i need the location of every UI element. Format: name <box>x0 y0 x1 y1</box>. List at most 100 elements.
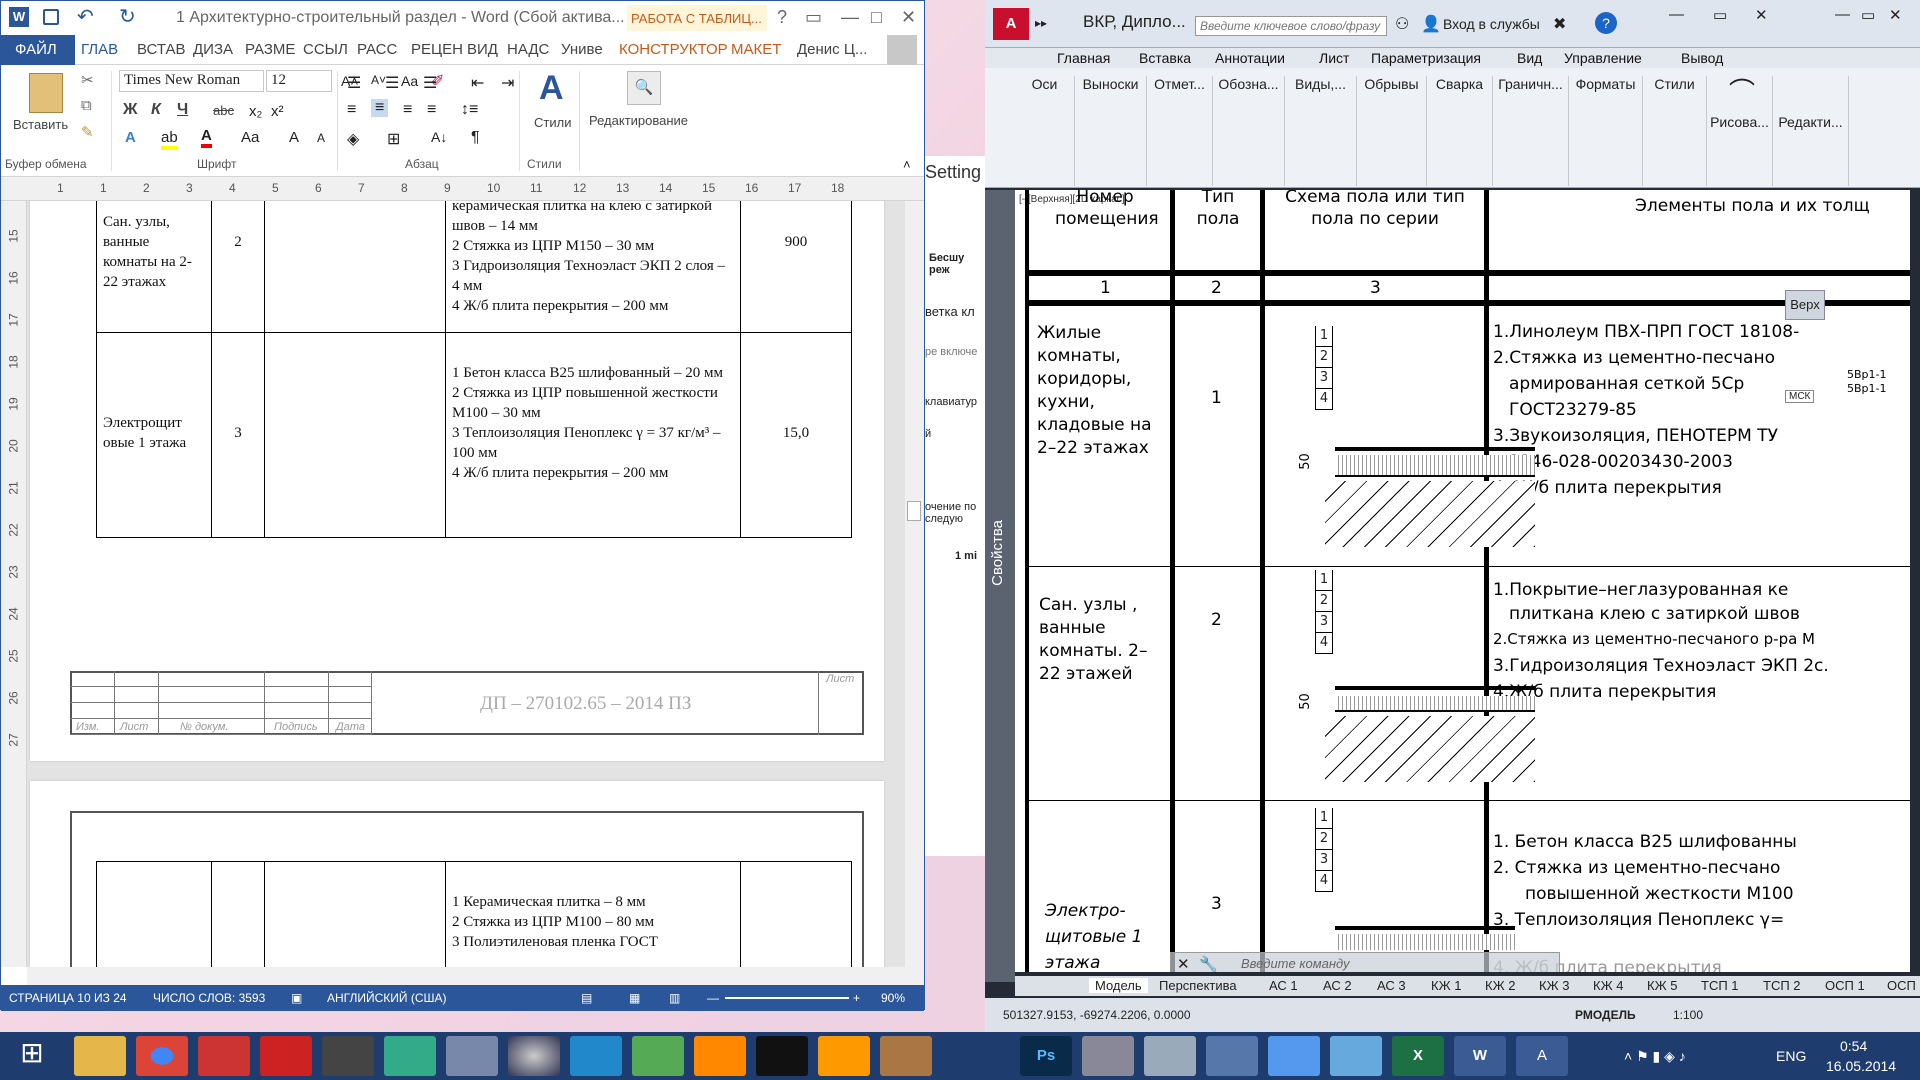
layout-tab[interactable]: АС 1 <box>1269 978 1298 993</box>
proofing-icon[interactable]: ▣ <box>291 991 302 1005</box>
layout-tab[interactable]: ОСП 1 <box>1825 978 1865 993</box>
format-painter-icon[interactable]: ✎ <box>81 123 94 141</box>
text-effects-icon[interactable]: A <box>125 129 136 146</box>
layout-tab[interactable]: КЖ 5 <box>1647 978 1677 993</box>
layer-item[interactable]: повышенной жесткости М100 <box>1525 884 1794 904</box>
read-mode-icon[interactable]: ▤ <box>581 991 592 1005</box>
grow-icon[interactable]: A <box>289 129 299 146</box>
tab-file[interactable]: ФАЙЛ <box>1 35 75 65</box>
drawing-canvas[interactable]: [-][Верхняя][2D каркас] Номер помещения … <box>1015 190 1910 972</box>
avatar[interactable] <box>887 35 917 65</box>
layer-item[interactable]: 3.Звукоизоляция, ПЕНОТЕРМ ТУ <box>1493 426 1778 446</box>
tab-sheet[interactable]: Лист <box>1319 50 1349 66</box>
floor-type[interactable]: 1 <box>1211 388 1222 408</box>
layer-item[interactable]: 2.Стяжка из цементно-песчаного р-ра М <box>1493 630 1815 648</box>
word-count[interactable]: ЧИСЛО СЛОВ: 3593 <box>153 991 265 1005</box>
user-icon[interactable]: 👤 <box>1421 14 1441 34</box>
tab-manage[interactable]: Управление <box>1564 50 1642 66</box>
decrease-indent-icon[interactable]: ⇤ <box>471 73 484 93</box>
shading-icon[interactable]: ◈ <box>347 129 359 149</box>
autocad-active-icon[interactable]: A <box>1516 1036 1568 1076</box>
app-icon[interactable] <box>880 1036 932 1076</box>
styles-icon[interactable]: A <box>539 69 564 108</box>
room-name[interactable]: Электро- щитовые 1 этажа <box>1045 898 1145 972</box>
undo-icon[interactable]: ↶ <box>77 4 94 29</box>
vlc-icon[interactable] <box>694 1036 746 1076</box>
web-layout-icon[interactable]: ▥ <box>669 991 680 1005</box>
tab-layout[interactable]: РАЗМЕ <box>245 41 295 58</box>
layer-item[interactable]: 3. Теплоизоляция Пеноплекс γ= <box>1493 910 1784 930</box>
highlight-icon[interactable]: ab <box>161 129 178 150</box>
exchange-icon[interactable]: ✖ <box>1553 14 1566 34</box>
chrome-icon[interactable] <box>136 1036 188 1076</box>
shrink-icon[interactable]: A <box>317 131 325 145</box>
layer-item[interactable]: 2.Стяжка из цементно-песчано <box>1493 348 1775 368</box>
layer-item[interactable]: 1.Линолеум ПВХ-ПРП ГОСТ 18108- <box>1493 322 1799 342</box>
increase-indent-icon[interactable]: ⇥ <box>501 73 514 93</box>
cut-icon[interactable]: ✂ <box>81 71 94 89</box>
app-icon[interactable] <box>818 1036 870 1076</box>
tab-univer[interactable]: Униве <box>561 41 603 58</box>
layout-tab[interactable]: АС 2 <box>1323 978 1352 993</box>
tab-annotate[interactable]: Аннотации <box>1215 50 1285 66</box>
room-name[interactable]: Жилые комнаты, коридоры, кухни, кладовые… <box>1037 322 1167 460</box>
borders-icon[interactable]: ⊞ <box>387 129 400 149</box>
page-counter[interactable]: СТРАНИЦА 10 ИЗ 24 <box>9 991 127 1005</box>
clipboard-icon[interactable] <box>29 73 63 113</box>
layout-tab[interactable]: КЖ 4 <box>1593 978 1623 993</box>
tab-home[interactable]: Главная <box>1057 50 1110 66</box>
close-button[interactable]: ✕ <box>1755 6 1768 24</box>
panel-formats[interactable]: Форматы <box>1569 76 1643 186</box>
justify-icon[interactable]: ≡ <box>427 101 436 119</box>
user-name[interactable]: Денис Ц... <box>797 41 867 58</box>
binoculars-icon[interactable]: ⚇ <box>1395 14 1409 34</box>
vertical-ruler[interactable]: 15 16 17 18 19 20 21 22 23 24 25 26 27 <box>1 201 27 967</box>
layers-cell[interactable]: 1 Бетон класса В25 шлифованный – 20 мм 2… <box>445 332 741 538</box>
close-icon[interactable]: ✕ <box>1177 955 1190 972</box>
layout-tab[interactable]: Модель <box>1089 978 1148 993</box>
floor-type-cell[interactable]: 3 <box>211 332 265 538</box>
app-icon[interactable] <box>570 1036 622 1076</box>
layout-tab[interactable]: ТСП 2 <box>1763 978 1801 993</box>
tab-mailings[interactable]: РАСС <box>357 41 397 58</box>
tab-design[interactable]: ДИЗА <box>193 41 233 58</box>
floor-type[interactable]: 2 <box>1211 610 1222 630</box>
tab-constructor[interactable]: КОНСТРУКТОР <box>619 41 728 58</box>
layout-tab[interactable]: ОСП <box>1887 978 1916 993</box>
superscript-icon[interactable]: x² <box>271 103 284 120</box>
pdf-icon[interactable] <box>198 1036 250 1076</box>
command-input[interactable]: Введите команду <box>1241 956 1350 971</box>
room-name-cell[interactable]: Электрощит овые 1 этажа <box>96 332 212 538</box>
save-icon[interactable] <box>43 9 59 25</box>
sync-icon[interactable] <box>632 1036 684 1076</box>
panel-views[interactable]: Виды,... <box>1285 76 1357 186</box>
layout-tab[interactable]: КЖ 1 <box>1431 978 1461 993</box>
strike-button[interactable]: abc <box>213 103 234 118</box>
minimize-button[interactable]: — <box>841 7 859 28</box>
tab-insert[interactable]: Вставка <box>1139 50 1191 66</box>
subscript-icon[interactable]: x₂ <box>249 103 262 120</box>
bold-button[interactable]: Ж <box>123 101 137 119</box>
input-language[interactable]: ENG <box>1776 1048 1806 1064</box>
panel-breaks[interactable]: Обрывы <box>1357 76 1427 186</box>
room-name-cell[interactable]: Сан. узлы, ванные комнаты на 2-22 этажах <box>96 201 212 333</box>
doc-close-button[interactable]: ✕ <box>1889 6 1902 24</box>
sort-icon[interactable]: A↓ <box>431 129 447 145</box>
editing-button[interactable]: Редактирование <box>589 113 688 128</box>
area-cell[interactable] <box>740 861 852 967</box>
horizontal-ruler[interactable]: 1 1 2 3 4 5 6 7 8 9 10 11 12 13 14 15 16 17 18 <box>1 177 924 201</box>
underline-button[interactable]: Ч <box>177 101 188 119</box>
coordinates[interactable]: 501327.9153, -69274.2206, 0.0000 <box>1003 1008 1191 1022</box>
layout-tab[interactable]: ТСП 1 <box>1701 978 1739 993</box>
panel-symbols[interactable]: Обозна... <box>1213 76 1285 186</box>
binoculars-icon[interactable]: 🔍 <box>627 71 661 105</box>
app-icon[interactable] <box>446 1036 498 1076</box>
area-cell[interactable]: 15,0 <box>740 332 852 538</box>
properties-palette[interactable]: Свойства <box>985 190 1015 982</box>
font-color-icon[interactable]: A <box>201 127 212 148</box>
panel-boundary[interactable]: Граничн... <box>1493 76 1569 186</box>
scheme-cell[interactable] <box>264 332 446 538</box>
styles-button[interactable]: Стили <box>534 115 571 130</box>
layout-tab[interactable]: КЖ 3 <box>1539 978 1569 993</box>
ucs-label[interactable]: МСК <box>1785 390 1815 403</box>
